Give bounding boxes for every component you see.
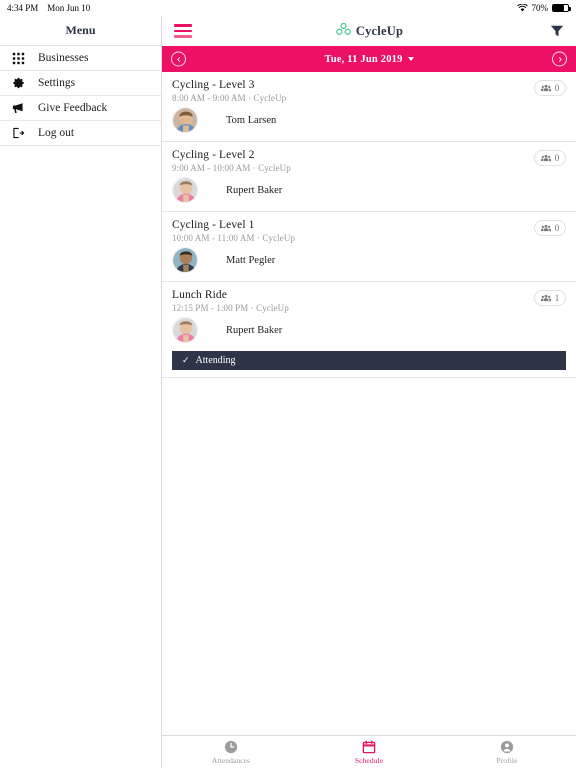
app-root: 4:34 PM Mon Jun 10 70% Menu Businesses S… — [0, 0, 576, 768]
chevron-right-icon[interactable] — [552, 51, 567, 67]
schedule-list: Cycling - Level 3 8:00 AM - 9:00 AM · Cy… — [162, 72, 576, 735]
body: Menu Businesses Settings Give Feedback L… — [0, 16, 576, 768]
attending-status-bar[interactable]: ✓ Attending — [172, 351, 566, 370]
people-icon — [540, 149, 551, 167]
class-title: Cycling - Level 1 — [172, 219, 255, 231]
date-selector[interactable]: Tue, 11 Jun 2019 — [324, 53, 414, 65]
logout-icon — [10, 125, 26, 141]
attending-label: Attending — [195, 355, 236, 366]
class-card[interactable]: Lunch Ride 12:15 PM - 1:00 PM · CycleUp — [162, 282, 576, 378]
date-navigation-bar: Tue, 11 Jun 2019 — [162, 46, 576, 72]
class-card[interactable]: Cycling - Level 1 10:00 AM - 11:00 AM · … — [162, 212, 576, 282]
class-instructor-row: Rupert Baker — [172, 317, 566, 351]
attendee-count: 1 — [554, 293, 560, 303]
sidebar-item-label: Log out — [38, 127, 75, 139]
gear-icon — [10, 75, 26, 91]
caret-down-icon — [407, 57, 414, 61]
sidebar-item-label: Settings — [38, 77, 76, 89]
calendar-icon — [362, 740, 377, 755]
sidebar: Menu Businesses Settings Give Feedback L… — [0, 16, 162, 768]
avatar — [172, 247, 198, 273]
class-instructor-row: Rupert Baker — [172, 177, 566, 211]
tab-attendances[interactable]: Attendances — [162, 736, 300, 768]
class-card[interactable]: Cycling - Level 2 9:00 AM - 10:00 AM · C… — [162, 142, 576, 212]
attendee-count: 0 — [554, 153, 560, 163]
status-bar: 4:34 PM Mon Jun 10 70% — [0, 0, 576, 16]
people-icon — [540, 219, 551, 237]
class-subtitle: 9:00 AM - 10:00 AM · CycleUp — [172, 163, 291, 173]
sidebar-item-give-feedback[interactable]: Give Feedback — [0, 96, 161, 121]
hamburger-icon[interactable] — [174, 24, 192, 38]
attendee-count-badge[interactable]: 0 — [534, 80, 566, 96]
battery-icon — [552, 4, 571, 12]
instructor-name: Tom Larsen — [226, 114, 277, 126]
instructor-name: Rupert Baker — [226, 184, 283, 196]
cycleup-logo-icon — [335, 22, 352, 41]
grid-icon — [10, 50, 26, 66]
battery-percent: 70% — [531, 3, 549, 13]
filter-icon[interactable] — [550, 24, 564, 38]
tab-label: Schedule — [354, 755, 384, 765]
wifi-icon — [516, 3, 528, 12]
attendee-count: 0 — [554, 223, 560, 233]
instructor-name: Rupert Baker — [226, 324, 283, 336]
attendee-count-badge[interactable]: 0 — [534, 150, 566, 166]
sidebar-item-businesses[interactable]: Businesses — [0, 46, 161, 71]
class-instructor-row: Tom Larsen — [172, 107, 566, 141]
check-icon: ✓ — [182, 355, 190, 365]
brand-name: CycleUp — [355, 23, 404, 38]
class-title: Cycling - Level 3 — [172, 79, 255, 91]
people-icon — [540, 79, 551, 97]
sidebar-item-log-out[interactable]: Log out — [0, 121, 161, 146]
tab-schedule[interactable]: Schedule — [300, 736, 438, 768]
status-bar-left: 4:34 PM Mon Jun 10 — [7, 3, 90, 13]
avatar — [172, 317, 198, 343]
avatar — [172, 177, 198, 203]
sidebar-item-label: Give Feedback — [38, 102, 108, 114]
sidebar-item-label: Businesses — [38, 52, 89, 64]
avatar — [172, 107, 198, 133]
attendee-count-badge[interactable]: 1 — [534, 290, 566, 306]
person-icon — [500, 740, 515, 755]
sidebar-item-settings[interactable]: Settings — [0, 71, 161, 96]
status-date: Mon Jun 10 — [47, 3, 91, 13]
megaphone-icon — [10, 100, 26, 116]
tab-profile[interactable]: Profile — [438, 736, 576, 768]
attendee-count: 0 — [554, 83, 560, 93]
tab-label: Profile — [496, 755, 518, 765]
clock-icon — [224, 740, 239, 755]
class-subtitle: 12:15 PM - 1:00 PM · CycleUp — [172, 303, 289, 313]
status-time: 4:34 PM — [7, 3, 39, 13]
class-subtitle: 8:00 AM - 9:00 AM · CycleUp — [172, 93, 287, 103]
instructor-name: Matt Pegler — [226, 254, 276, 266]
attendee-count-badge[interactable]: 0 — [534, 220, 566, 236]
class-title: Cycling - Level 2 — [172, 149, 255, 161]
brand: CycleUp — [162, 16, 576, 46]
app-bar: CycleUp — [162, 16, 576, 46]
class-card[interactable]: Cycling - Level 3 8:00 AM - 9:00 AM · Cy… — [162, 72, 576, 142]
chevron-left-icon[interactable] — [171, 51, 186, 67]
people-icon — [540, 289, 551, 307]
tab-label: Attendances — [211, 755, 251, 765]
class-title: Lunch Ride — [172, 289, 227, 301]
class-subtitle: 10:00 AM - 11:00 AM · CycleUp — [172, 233, 296, 243]
bottom-tab-bar: Attendances Schedule Profile — [162, 735, 576, 768]
status-bar-right: 70% — [516, 3, 571, 13]
sidebar-title: Menu — [0, 16, 161, 46]
main-content: CycleUp Tue, 11 Jun 2019 Cycling - Level… — [162, 16, 576, 768]
date-label-text: Tue, 11 Jun 2019 — [324, 53, 403, 65]
class-instructor-row: Matt Pegler — [172, 247, 566, 281]
